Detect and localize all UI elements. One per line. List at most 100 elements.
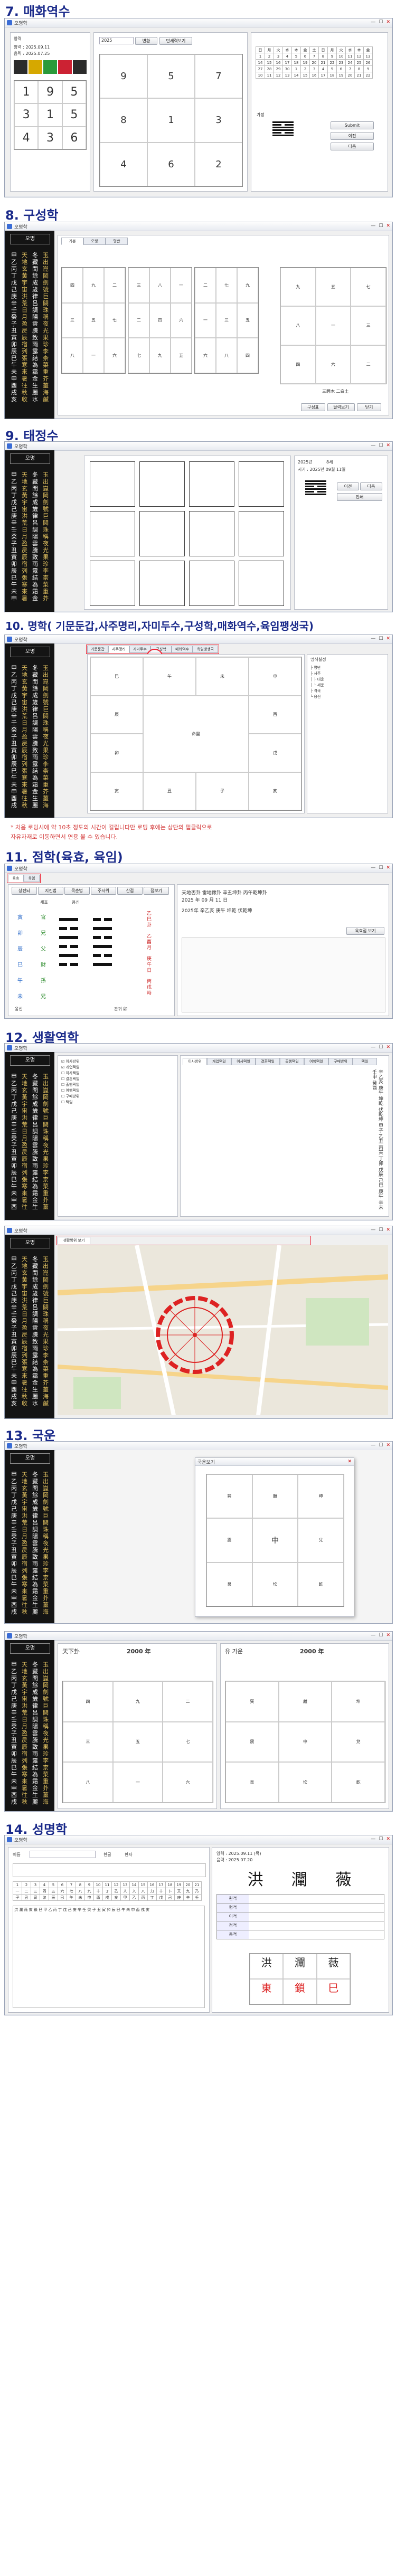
minimize-icon[interactable]: — bbox=[371, 223, 375, 229]
life-tab[interactable]: 택일 bbox=[353, 1058, 377, 1065]
maximize-icon[interactable]: ☐ bbox=[379, 1836, 383, 1842]
tab-chart[interactable]: 명반 bbox=[106, 238, 128, 245]
result-table bbox=[182, 937, 385, 1012]
prev-button[interactable]: 이전 bbox=[331, 132, 374, 140]
life-tab[interactable]: 이사택일 bbox=[231, 1058, 256, 1065]
section-title-11: 11. 점학(육효, 육임) bbox=[5, 850, 123, 865]
convert-button[interactable]: 변환 bbox=[135, 37, 157, 45]
life-tab[interactable]: 구매방위 bbox=[328, 1058, 353, 1065]
method-button[interactable]: 주사위 bbox=[91, 887, 116, 895]
tree-list[interactable]: ├ 명반 ├ 사주 │ ├ 대운 │ └ 세운 ├ 격국 └ 용신 bbox=[310, 665, 384, 700]
close-icon[interactable]: ✕ bbox=[386, 865, 390, 870]
tree-title: 명식설정 bbox=[310, 657, 326, 662]
right-title: 유 가운 bbox=[225, 1648, 243, 1655]
maximize-icon[interactable]: ☐ bbox=[379, 1045, 383, 1050]
minimize-icon[interactable]: — bbox=[371, 1443, 375, 1448]
result-text-1: 天地否卦 雷地豫卦 辛丑坤卦 丙午乾坤卦 bbox=[182, 891, 267, 896]
myeonghak-window: 오명학 — ☐ ✕ 오명 甲乙丙丁戊己庚辛壬癸子丑寅卯辰巳午未申酉戌 天地玄黃宇宙洪荒… bbox=[4, 634, 393, 818]
window-controls[interactable]: — ☐ ✕ bbox=[371, 636, 390, 641]
minimize-icon[interactable]: — bbox=[371, 1227, 375, 1233]
method-button[interactable]: 목춘법 bbox=[64, 887, 90, 895]
life-tab[interactable]: 개업택일 bbox=[207, 1058, 231, 1065]
print-button[interactable]: 인쇄 bbox=[337, 493, 382, 501]
window-controls[interactable]: — ☐ ✕ bbox=[371, 1836, 390, 1842]
submit-button[interactable]: Submit bbox=[331, 121, 374, 129]
maximize-icon[interactable]: ☐ bbox=[379, 865, 383, 870]
ghost-label: 관귀 卯 bbox=[114, 1007, 128, 1011]
maximize-icon[interactable]: ☐ bbox=[379, 223, 383, 229]
close-icon[interactable]: ✕ bbox=[347, 1459, 352, 1464]
window-controls[interactable]: — ☐ ✕ bbox=[371, 223, 390, 229]
close-icon[interactable]: ✕ bbox=[386, 1633, 390, 1638]
life-tab[interactable]: 이사방위 bbox=[183, 1058, 207, 1065]
city-map[interactable] bbox=[58, 1245, 388, 1415]
tab-basic[interactable]: 기본 bbox=[61, 238, 83, 245]
logo: 오명 bbox=[10, 234, 50, 244]
life-tab[interactable]: 여행택일 bbox=[304, 1058, 328, 1065]
life-tab[interactable]: 출행택일 bbox=[280, 1058, 304, 1065]
window-controls[interactable]: — ☐ ✕ bbox=[371, 1227, 390, 1233]
maximize-icon[interactable]: ☐ bbox=[379, 1443, 383, 1448]
dark-sidebar: 오명 甲乙丙丁戊己庚辛壬癸子丑寅卯辰巳午未申 天地玄黃宇宙洪荒日月盈昃辰宿列張寒… bbox=[5, 450, 54, 612]
search-input[interactable] bbox=[13, 1863, 206, 1877]
number-card bbox=[239, 561, 284, 606]
tab-five-elements[interactable]: 오행 bbox=[83, 238, 106, 245]
changed-hexagram-icon bbox=[93, 912, 112, 972]
close-icon[interactable]: ✕ bbox=[386, 1836, 390, 1842]
close-icon[interactable]: ✕ bbox=[386, 1227, 390, 1233]
window-controls[interactable]: — ☐ ✕ bbox=[371, 20, 390, 25]
method-button[interactable]: 지진법 bbox=[38, 887, 63, 895]
maximize-icon[interactable]: ☐ bbox=[379, 443, 383, 448]
calendar-button[interactable]: 달력보기 bbox=[327, 403, 355, 411]
option-hanja[interactable]: 한자 bbox=[125, 1852, 133, 1858]
maximize-icon[interactable]: ☐ bbox=[379, 636, 383, 641]
life-tab[interactable]: 결혼택일 bbox=[256, 1058, 280, 1065]
guseong-grid-3: 二七九一三五六八四 bbox=[194, 267, 259, 374]
minimize-icon[interactable]: — bbox=[371, 636, 375, 641]
map-graphic bbox=[58, 1245, 388, 1415]
view-gua-button[interactable]: 육효점 보기 bbox=[346, 927, 384, 935]
titlebar: 오명학 — ☐ ✕ bbox=[5, 222, 392, 231]
maximize-icon[interactable]: ☐ bbox=[379, 1227, 383, 1233]
number-card bbox=[239, 461, 284, 507]
minimize-icon[interactable]: — bbox=[371, 20, 375, 25]
window-controls[interactable]: — ☐ ✕ bbox=[371, 1633, 390, 1638]
minimize-icon[interactable]: — bbox=[371, 1633, 375, 1638]
method-button[interactable]: 상전뇌 bbox=[12, 887, 37, 895]
window-controls[interactable]: — ☐ ✕ bbox=[371, 1443, 390, 1448]
method-button[interactable]: 점보기 bbox=[144, 887, 169, 895]
minimize-icon[interactable]: — bbox=[371, 1045, 375, 1050]
calendar-button[interactable]: 만세력보기 bbox=[159, 37, 192, 45]
year-input[interactable]: 2025 bbox=[99, 37, 134, 44]
window-controls[interactable]: — ☐ ✕ bbox=[371, 865, 390, 870]
world-line-label: 세효 bbox=[40, 900, 48, 905]
life-tree-list[interactable]: ☑ 이사방위 ☑ 개업택일 ☐ 이사택일 ☐ 결혼택일 ☐ 출행택일 ☐ 여행택일 ☐ 구매… bbox=[61, 1059, 79, 1105]
gukun-dialog: 국운보기 ✕ 巽離坤 震中兌 艮坎乾 bbox=[195, 1457, 354, 1617]
maximize-icon[interactable]: ☐ bbox=[379, 20, 383, 25]
close-icon[interactable]: ✕ bbox=[386, 1045, 390, 1050]
minimize-icon[interactable]: — bbox=[371, 1836, 375, 1842]
hanja-list[interactable]: 洪 灛 薇 東 鎖 巳 甲 乙 丙 丁 戊 己 庚 辛 壬 癸 子 丑 寅 卯 … bbox=[13, 1906, 205, 2008]
close-icon[interactable]: ✕ bbox=[386, 1443, 390, 1448]
prev-button[interactable]: 이전 bbox=[337, 482, 359, 490]
close-icon[interactable]: ✕ bbox=[386, 443, 390, 448]
window-controls[interactable]: — ☐ ✕ bbox=[371, 443, 390, 448]
minimize-icon[interactable]: — bbox=[371, 865, 375, 870]
name-input[interactable] bbox=[30, 1851, 96, 1858]
dark-sidebar: 오명 甲乙丙丁戊己庚辛壬癸子丑寅卯辰巳午未申酉戌 天地玄黃宇宙洪荒日月盈昃辰宿列… bbox=[5, 1640, 54, 1811]
option-hangul[interactable]: 한글 bbox=[103, 1852, 111, 1858]
window-controls[interactable]: — ☐ ✕ bbox=[371, 1045, 390, 1050]
minimize-icon[interactable]: — bbox=[371, 443, 375, 448]
next-button[interactable]: 다음 bbox=[360, 482, 382, 490]
dialog-controls[interactable]: ✕ bbox=[347, 1459, 352, 1464]
close-icon[interactable]: ✕ bbox=[386, 20, 390, 25]
app-icon bbox=[7, 1228, 12, 1233]
close-button[interactable]: 닫기 bbox=[357, 403, 381, 411]
method-button[interactable]: 산점 bbox=[117, 887, 143, 895]
close-icon[interactable]: ✕ bbox=[386, 223, 390, 229]
maximize-icon[interactable]: ☐ bbox=[379, 1633, 383, 1638]
close-icon[interactable]: ✕ bbox=[386, 636, 390, 641]
next-button[interactable]: 다음 bbox=[331, 143, 374, 150]
app-icon bbox=[7, 1633, 12, 1639]
chart-button[interactable]: 구성표 bbox=[301, 403, 325, 411]
